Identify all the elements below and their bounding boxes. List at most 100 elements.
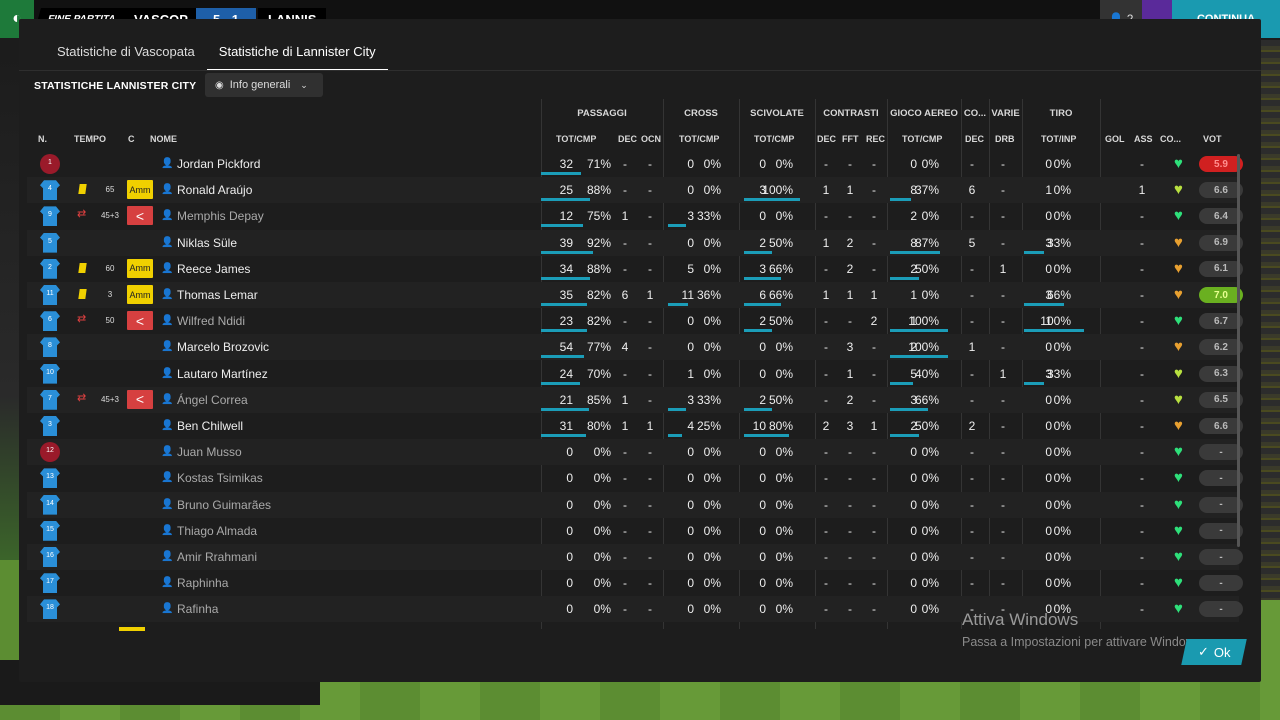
person-icon: 👤 <box>161 315 174 327</box>
table-scrollbar[interactable] <box>1237 154 1240 547</box>
header-contrasti-fft[interactable]: FFT <box>842 134 859 144</box>
stat-cp: 0% <box>703 523 721 538</box>
table-row[interactable]: 4 65 Amm 👤 Ronald Araújo 25 88% - -0 0% 3 100% 1 1-8 3… <box>27 177 1243 204</box>
table-row[interactable]: 2 60 Amm 👤 Reece James 34 88% - -5 0% 3 66% -2-2 50% -… <box>27 256 1243 282</box>
stat-kd: - <box>824 366 828 381</box>
header-aereo-tot-cmp[interactable]: TOT/CMP <box>902 134 942 144</box>
shirt-number: 4 <box>48 185 52 193</box>
stat-pt: 23 <box>559 314 573 329</box>
header-varie-drb[interactable]: DRB <box>995 134 1015 144</box>
stat-pp: 75% <box>586 209 611 224</box>
table-row[interactable]: 17 👤 Raphinha 0 0% - -0 0% 0 0% - - -0 0% - -0 0% - ♥ - <box>27 570 1243 596</box>
shirt-number: 7 <box>48 394 52 402</box>
player-name[interactable]: Niklas Süle <box>177 236 237 250</box>
stat-kd: 1 <box>822 235 830 250</box>
header-time[interactable]: TEMPO <box>74 134 106 144</box>
header-pass-tot-cmp[interactable]: TOT/CMP <box>556 134 596 144</box>
header-contrasti-rec[interactable]: REC <box>866 134 885 144</box>
player-name[interactable]: Marcelo Brozovic <box>177 340 269 354</box>
table-row[interactable]: 6 ⇄ 50 < 👤 Wilfred Ndidi 23 82% - -0 0% 2 50% - -2 1 100… <box>27 308 1243 334</box>
completion-bar <box>668 303 689 306</box>
stat-dr: - <box>1001 314 1005 329</box>
player-name[interactable]: Bruno Guimarães <box>177 498 271 512</box>
header-vote[interactable]: VOT <box>1203 134 1222 144</box>
player-name[interactable]: Reece James <box>177 262 250 276</box>
table-row[interactable]: 9 ⇄ 45+3 < 👤 Memphis Depay 12 75% 1-3 33% 0 0% - - -2 0… <box>27 203 1243 229</box>
shirt-icon: 14 <box>40 494 60 515</box>
stat-sp: 0% <box>775 340 793 355</box>
condition-heart-icon: ♥ <box>1174 417 1183 434</box>
player-name[interactable]: Memphis Depay <box>177 209 264 223</box>
stat-pp: 92% <box>586 235 611 250</box>
stat-tp: 0% <box>1053 576 1071 591</box>
header-number[interactable]: N. <box>38 134 47 144</box>
player-name[interactable]: Ronald Araújo <box>177 183 252 197</box>
stat-pp: 0% <box>593 550 611 564</box>
stat-sp: 66% <box>768 288 793 302</box>
stat-sp: 0% <box>775 209 793 224</box>
table-row[interactable]: 15 👤 Thiago Almada 0 0% - -0 0% 0 0% - - -0 0% - -0 0% - ♥… <box>27 518 1243 544</box>
table-row[interactable]: 7 ⇄ 45+3 < 👤 Ángel Correa 21 85% 1-3 33% 2 50% -2-3 6… <box>27 386 1243 413</box>
table-row[interactable]: 16 👤 Amir Rrahmani 0 0% - -0 0% 0 0% - - -0 0% - -0 0% - ♥… <box>27 544 1243 570</box>
subbed-out-badge: < <box>127 311 153 331</box>
player-name[interactable]: Thiago Almada <box>177 524 257 538</box>
stat-pd: - <box>623 602 627 617</box>
table-row[interactable]: 10 👤 Lautaro Martínez 24 70% - -1 0% 0 0% -1-5 40% -… <box>27 361 1243 387</box>
stat-pp: 85% <box>586 392 611 407</box>
header-cross-tot-cmp[interactable]: TOT/CMP <box>679 134 719 144</box>
stat-pt: 0 <box>566 471 573 486</box>
header-scivolate-tot-cmp[interactable]: TOT/CMP <box>754 134 794 144</box>
condition-heart-icon: ♥ <box>1174 521 1183 539</box>
tab-vascopata-stats[interactable]: Statistiche di Vascopata <box>45 43 207 71</box>
player-name[interactable]: Raphinha <box>177 576 228 590</box>
stat-kd: - <box>824 157 828 171</box>
ok-button[interactable]: ✓ Ok <box>1181 639 1247 665</box>
player-name[interactable]: Rafinha <box>177 602 218 616</box>
player-name[interactable]: Jordan Pickford <box>177 157 260 171</box>
header-tiro-tot-inp[interactable]: TOT/INP <box>1041 134 1076 144</box>
stat-po: - <box>648 576 652 591</box>
player-name[interactable]: Juan Musso <box>177 445 242 459</box>
completion-bar <box>744 434 789 437</box>
group-gioco-aereo: GIOCO AEREO <box>890 108 958 119</box>
shirt-icon: 4 <box>40 180 60 201</box>
table-row[interactable]: 8 👤 Marcelo Brozovic 54 77% 4-0 0% 0 0% -3-2 100% 1… <box>27 334 1243 361</box>
header-name[interactable]: NOME <box>150 134 177 144</box>
match-rating: - <box>1199 549 1243 565</box>
header-pass-ocn[interactable]: OCN <box>641 134 661 144</box>
header-condition[interactable]: CO... <box>1160 134 1181 144</box>
header-pass-dec[interactable]: DEC <box>618 134 637 144</box>
completion-bar <box>1024 303 1064 306</box>
tab-lannister-stats[interactable]: Statistiche di Lannister City <box>206 43 388 71</box>
player-name[interactable]: Lautaro Martínez <box>177 367 268 381</box>
stat-tp: 0% <box>1053 419 1071 433</box>
player-name[interactable]: Thomas Lemar <box>177 288 258 302</box>
player-name[interactable]: Amir Rrahmani <box>177 550 257 564</box>
stat-pd: - <box>623 157 627 171</box>
player-name[interactable]: Kostas Tsimikas <box>177 471 263 485</box>
header-card[interactable]: C <box>128 134 135 144</box>
player-name[interactable]: Ben Chilwell <box>177 419 243 433</box>
player-name[interactable]: Wilfred Ndidi <box>177 314 245 328</box>
table-row[interactable]: 13 👤 Kostas Tsimikas 0 0% - -0 0% 0 0% - - -0 0% - -0 0%… <box>27 465 1243 491</box>
table-row[interactable]: 5 👤 Niklas Süle 39 92% - -0 0% 2 50% 1 2-8 87% 5-3 33%… <box>27 229 1243 256</box>
stat-pp: 88% <box>586 183 611 198</box>
stat-tp: 0% <box>1053 157 1071 171</box>
table-row[interactable]: 11 3 Amm 👤 Thomas Lemar 35 82% 6 1 11 36% 6 66% 1 1 1 1 0… <box>27 282 1243 308</box>
view-filter-dropdown[interactable]: ◉ Info generali ⌄ <box>205 73 323 97</box>
completion-bar <box>541 381 581 385</box>
table-row[interactable]: 1 👤 Jordan Pickford 32 71% - -0 0% 0 0% - - -0 0% - -0 0… <box>27 151 1243 177</box>
table-row[interactable]: 14 👤 Bruno Guimarães 0 0% - -0 0% 0 0% - - -0 0% - -0 0%… <box>27 491 1243 518</box>
stat-tp: 0% <box>1053 471 1071 486</box>
stat-cd: - <box>970 576 974 591</box>
header-contrasti-dec[interactable]: DEC <box>817 134 836 144</box>
table-row[interactable]: 12 👤 Juan Musso 0 0% - -0 0% 0 0% - - -0 0% - -0 0% - ♥ - <box>27 439 1243 466</box>
header-ass[interactable]: ASS <box>1134 134 1153 144</box>
player-name[interactable]: Ángel Correa <box>177 393 248 407</box>
header-co-dec[interactable]: DEC <box>965 134 984 144</box>
stat-kr: - <box>872 523 876 538</box>
stat-kr: - <box>872 471 876 486</box>
table-row[interactable]: 3 👤 Ben Chilwell 31 80% 1 1 4 25% 10 80% 2 3 1 2 50% 2-0… <box>27 413 1243 439</box>
header-gol[interactable]: GOL <box>1105 134 1125 144</box>
yellow-card-icon <box>78 262 87 273</box>
